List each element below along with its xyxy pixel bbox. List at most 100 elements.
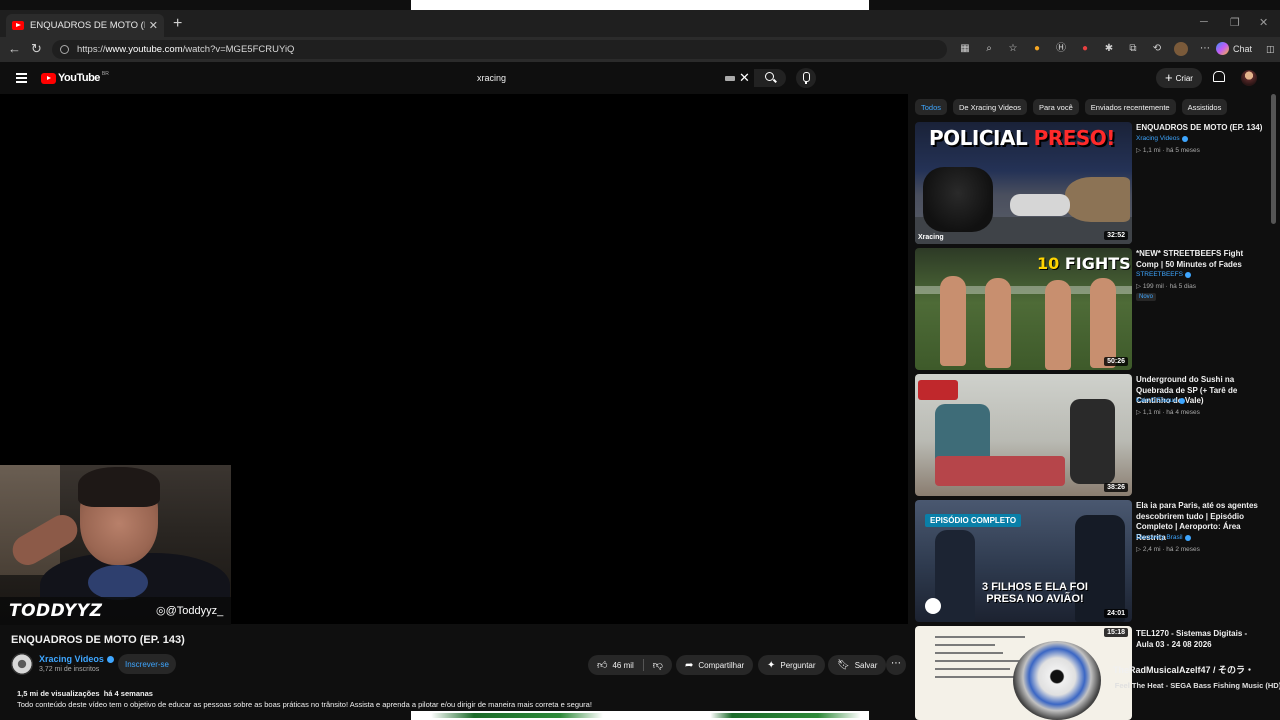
screen: ENQUADROS DE MOTO (EP. 143) ✕ + ─ ❐ ✕ ← … [0,0,1280,720]
recommendation-channel[interactable]: Xracing Videos [1136,135,1188,142]
dislike-icon[interactable]: 👎︎ [653,659,663,671]
new-tab-icon[interactable]: + [173,15,182,33]
sparkle-icon: ✦ [767,659,776,671]
recommendation-meta: ▷ 2,4 mi · há 2 meses [1136,546,1200,553]
webcam-shirt-logo [88,565,148,600]
reload-icon[interactable]: ↻ [31,41,42,57]
chip-from-channel[interactable]: De Xracing Videos [953,99,1027,115]
thumb-motorcycle [923,167,993,232]
channel-name[interactable]: Xracing Videos [39,654,114,664]
recommendation-title[interactable]: *NEW* STREETBEEFS Fight Comp | 50 Minute… [1136,249,1264,270]
share-label: Compartilhar [698,660,745,670]
thumb-fighter [1045,280,1071,370]
like-divider [642,659,644,671]
thumb-fighter [1090,278,1116,368]
chat-label: Chat [1233,43,1253,54]
recommendation-item[interactable]: POLICIAL PRESO! Xracing 32:52 ENQUADROS … [915,122,1265,244]
music-track: Feel The Heat - SEGA Bass Fishing Music … [1114,681,1280,690]
share-button[interactable]: ➦ Compartilhar [676,655,754,675]
sidebar-toggle-icon[interactable]: ◫ [1266,44,1275,55]
url-text: https://www.youtube.com/watch?v=MGE5FCRU… [77,44,295,55]
recommendation-item[interactable]: 10 FIGHTS 50:26 *NEW* STREETBEEFS Fight … [915,248,1265,370]
history-icon[interactable]: ⟲ [1150,42,1164,56]
thumb-tag: EPISÓDIO COMPLETO [925,514,1022,527]
keyboard-icon[interactable] [725,76,735,81]
recommendation-item[interactable]: 38:26 Underground do Sushi na Quebrada d… [915,374,1265,496]
minimize-icon[interactable]: ─ [1200,16,1208,28]
clear-search-icon[interactable]: ✕ [739,70,750,86]
logo-text: YouTube [58,72,100,84]
account-avatar[interactable] [1241,70,1257,86]
zoom-icon[interactable]: ⌕ [982,42,996,56]
video-duration: 50:26 [1104,357,1128,366]
address-bar[interactable]: https://www.youtube.com/watch?v=MGE5FCRU… [52,40,947,59]
notifications-bell-icon[interactable] [1213,71,1225,82]
youtube-logo[interactable]: YouTube BR [41,71,109,84]
recommendation-thumbnail[interactable]: 38:26 [915,374,1132,496]
verified-icon [1184,534,1191,541]
toolbar-icons: ▦ ⌕ ☆ ● Ⓗ ● ✱ ⧉ ⟲ ⋯ [958,42,1212,56]
recommendation-thumbnail[interactable]: 10 FIGHTS 50:26 [915,248,1132,370]
ask-label: Perguntar [780,660,816,670]
voice-search-button[interactable] [796,68,816,88]
recommendation-channel[interactable]: STREETBEEFS [1136,271,1191,278]
like-dislike-group: 👍︎ 46 mil 👎︎ [588,655,672,675]
thumb-logo-sticker [918,380,958,400]
window-close-icon[interactable]: ✕ [1259,16,1268,29]
favorite-star-icon[interactable]: ☆ [1006,42,1020,56]
chip-watched[interactable]: Assistidos [1181,99,1228,115]
channel-avatar[interactable] [11,653,33,675]
video-duration: 15:18 [1104,628,1128,637]
site-info-icon[interactable] [60,45,69,54]
maximize-icon[interactable]: ❐ [1230,16,1240,29]
page-scrollbar[interactable] [1271,94,1276,224]
video-title: ENQUADROS DE MOTO (EP. 143) [11,634,185,646]
like-count[interactable]: 46 mil [612,661,633,670]
thumb-person [1010,194,1070,216]
back-arrow-icon[interactable]: ← [8,41,21,56]
tab-close-icon[interactable]: ✕ [149,19,158,32]
verified-icon [106,655,114,663]
more-actions-icon[interactable]: ⋯ [886,655,906,675]
apps-icon[interactable]: ▦ [958,42,972,56]
album-disc-icon [1013,641,1101,720]
search-button[interactable] [754,69,786,87]
extension-color-icon[interactable]: ● [1030,42,1044,56]
verified-icon [1184,271,1191,278]
create-button[interactable]: + Criar [1156,68,1202,88]
split-screen-icon[interactable]: ⧉ [1126,42,1140,56]
chip-recently-uploaded[interactable]: Enviados recentemente [1084,99,1176,115]
recommendation-title[interactable]: ENQUADROS DE MOTO (EP. 134) [1136,123,1264,134]
extension-red-icon[interactable]: ● [1078,42,1092,56]
more-options-icon[interactable]: ⋯ [1198,42,1212,56]
recommendation-item[interactable]: EPISÓDIO COMPLETO 3 FILHOS E ELA FOI PRE… [915,500,1265,622]
copilot-chat-button[interactable]: Chat [1216,42,1252,55]
ask-button[interactable]: ✦ Perguntar [758,655,825,675]
thumb-person [1070,399,1115,484]
streamer-name: TODDYYZ [9,601,103,621]
thumb-caption: POLICIAL PRESO! [929,126,1115,150]
youtube-header: YouTube BR xracing ✕ + Criar [0,62,1280,94]
profile-icon[interactable] [1174,42,1188,56]
thumb-bag [1065,177,1130,222]
chip-todos[interactable]: Todos [915,99,948,115]
subscribe-button[interactable]: Inscrever-se [118,654,176,674]
extensions-puzzle-icon[interactable]: ✱ [1102,42,1116,56]
browser-tab-active[interactable]: ENQUADROS DE MOTO (EP. 143) ✕ [6,14,164,37]
thumb-caption: 10 FIGHTS [1037,254,1131,273]
recommendation-channel[interactable]: Discovery Brasil [1136,534,1191,541]
search-input[interactable]: xracing [477,73,506,83]
save-button[interactable]: 🔖︎ Salvar [828,655,887,675]
extension-h-icon[interactable]: Ⓗ [1054,42,1068,56]
video-description[interactable]: Todo conteúdo deste vídeo tem o objetivo… [17,700,592,709]
like-icon[interactable]: 👍︎ [597,659,607,671]
recommendation-channel[interactable]: Kaio D'Elaqua [1136,397,1185,404]
recommendation-thumbnail[interactable]: POLICIAL PRESO! Xracing 32:52 [915,122,1132,244]
recommendation-thumbnail[interactable]: EPISÓDIO COMPLETO 3 FILHOS E ELA FOI PRE… [915,500,1132,622]
thumb-person [935,530,975,622]
screen-artifact-bottom [411,711,869,720]
chip-for-you[interactable]: Para você [1033,99,1079,115]
video-duration: 32:52 [1104,231,1128,240]
browser-tabbar: ENQUADROS DE MOTO (EP. 143) ✕ + ─ ❐ ✕ [0,10,1280,37]
menu-hamburger-icon[interactable] [16,73,27,85]
